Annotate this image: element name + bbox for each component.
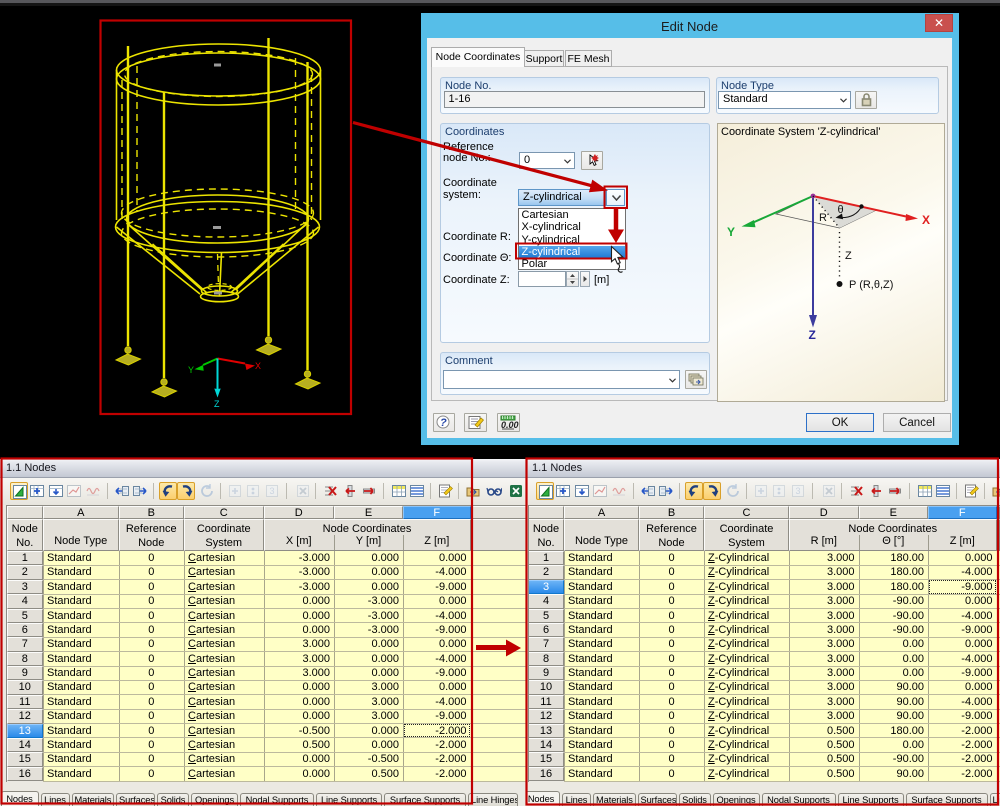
- svg-text:Z: Z: [809, 328, 816, 342]
- svg-text:R: R: [819, 212, 827, 224]
- svg-text:Y: Y: [727, 225, 735, 239]
- svg-text:Z: Z: [214, 399, 220, 409]
- svg-text:P (R,θ,Z): P (R,θ,Z): [849, 279, 893, 291]
- svg-text:Z: Z: [845, 250, 852, 262]
- svg-text:3: 3: [795, 486, 800, 496]
- svg-text:X: X: [255, 361, 261, 371]
- svg-text:?: ?: [440, 417, 447, 429]
- svg-text:X: X: [922, 213, 930, 227]
- svg-text:3: 3: [269, 486, 274, 496]
- svg-text:θ: θ: [838, 204, 844, 216]
- svg-text:0.00: 0.00: [501, 420, 519, 430]
- svg-text:Y: Y: [188, 365, 194, 375]
